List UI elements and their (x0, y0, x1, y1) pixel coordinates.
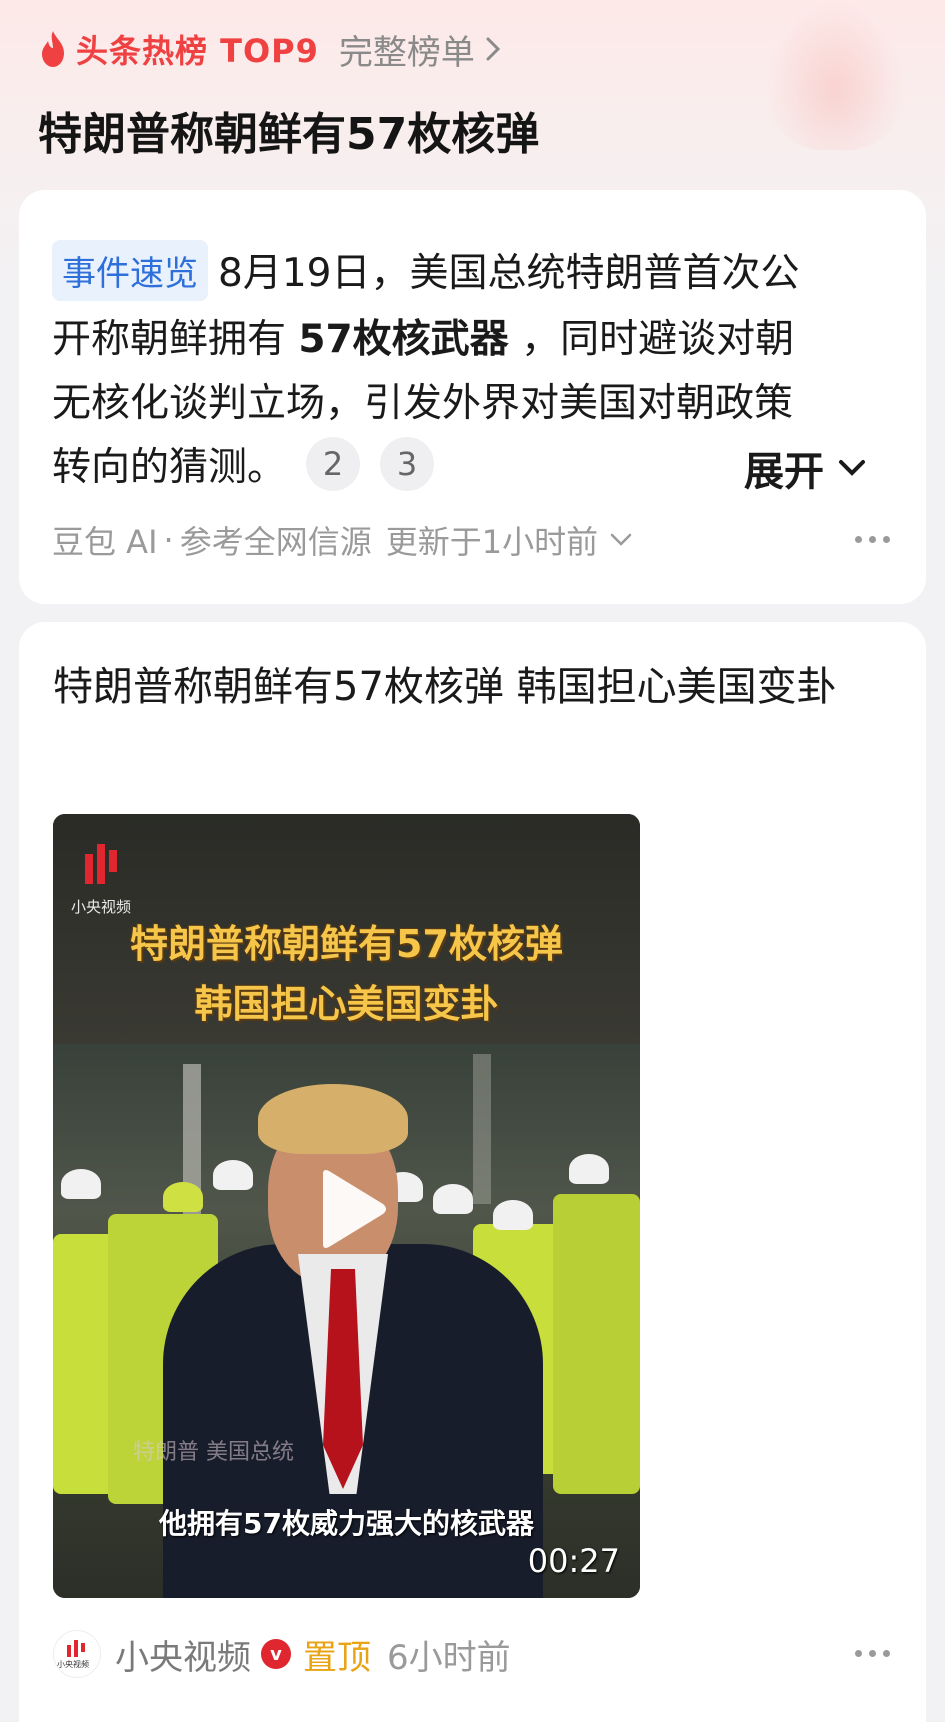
summary-line-2b: ，同时避谈对朝 (508, 317, 795, 362)
author-name[interactable]: 小央视频 (115, 1630, 251, 1679)
video-headline-line-1: 特朗普称朝鲜有57枚核弹 (130, 922, 563, 966)
summary-line-1: 8月19日，美国总统特朗普首次公 (218, 251, 800, 296)
verified-badge-icon: v (261, 1639, 291, 1669)
reference-badge-3[interactable]: 3 (380, 437, 435, 491)
author-row[interactable]: 小央视频 小央视频 v 置顶 6小时前 (53, 1622, 511, 1686)
summary-line-2a: 开称朝鲜拥有 (52, 317, 299, 362)
chevron-right-icon (486, 37, 501, 61)
channel-logo-icon (85, 844, 117, 884)
event-tag: 事件速览 (52, 239, 208, 301)
hotlist-label: 头条热榜 TOP9 (76, 32, 319, 70)
page-title: 特朗普称朝鲜有57枚核弹 (38, 109, 540, 160)
reference-badge-2[interactable]: 2 (306, 437, 361, 491)
event-summary-card: 事件速览 8月19日，美国总统特朗普首次公 开称朝鲜拥有 57枚核武器 ，同时避… (19, 190, 926, 604)
summary-highlight: 57枚核武器 (298, 317, 509, 362)
video-headline: 特朗普称朝鲜有57枚核弹 韩国担心美国变卦 (53, 914, 640, 1034)
video-headline-line-2: 韩国担心美国变卦 (194, 982, 499, 1026)
updated-time: 更新于1小时前 (385, 523, 599, 561)
more-options-icon[interactable] (855, 536, 890, 543)
full-list-link[interactable]: 完整榜单 (339, 25, 501, 74)
speaker-caption: 特朗普 美国总统 (133, 1440, 294, 1465)
source-label: 豆包 AI (52, 523, 158, 561)
avatar-text: 小央视频 (57, 1660, 89, 1669)
play-icon[interactable] (313, 1166, 389, 1252)
news-card[interactable]: 特朗普称朝鲜有57枚核弹 韩国担心美国变卦 小央视频 特朗普称朝鲜有57枚核弹 … (19, 622, 926, 1722)
summary-line-4: 转向的猜测。 (52, 445, 287, 490)
publish-time: 6小时前 (387, 1637, 511, 1678)
hotlist-bar[interactable]: 头条热榜 TOP9 完整榜单 (38, 25, 501, 74)
author-avatar[interactable]: 小央视频 (53, 1630, 101, 1678)
expand-label: 展开 (744, 449, 824, 495)
video-duration: 00:27 (527, 1542, 620, 1580)
chevron-down-icon (839, 460, 865, 476)
more-options-icon[interactable] (855, 1650, 890, 1657)
separator-dot: · (163, 521, 174, 559)
fire-icon (42, 31, 64, 67)
expand-button[interactable]: 展开 (744, 434, 866, 502)
flame-decoration (765, 0, 905, 150)
source-desc: 参考全网信源 (179, 523, 372, 561)
news-title[interactable]: 特朗普称朝鲜有57枚核弹 韩国担心美国变卦 (53, 652, 893, 722)
summary-line-3: 无核化谈判立场，引发外界对美国对朝政策 (52, 381, 794, 426)
full-list-label: 完整榜单 (338, 32, 475, 73)
video-subtitle: 他拥有57枚威力强大的核武器 (159, 1507, 534, 1540)
chevron-down-small-icon (610, 533, 632, 546)
speaker-hair (258, 1084, 408, 1154)
video-player[interactable]: 小央视频 特朗普称朝鲜有57枚核弹 韩国担心美国变卦 特朗普 美国总统 他拥有5… (53, 814, 640, 1598)
avatar-logo-icon (67, 1640, 85, 1657)
source-meta[interactable]: 豆包 AI · 参考全网信源 更新于1小时前 (52, 516, 632, 564)
pinned-label: 置顶 (303, 1637, 371, 1678)
